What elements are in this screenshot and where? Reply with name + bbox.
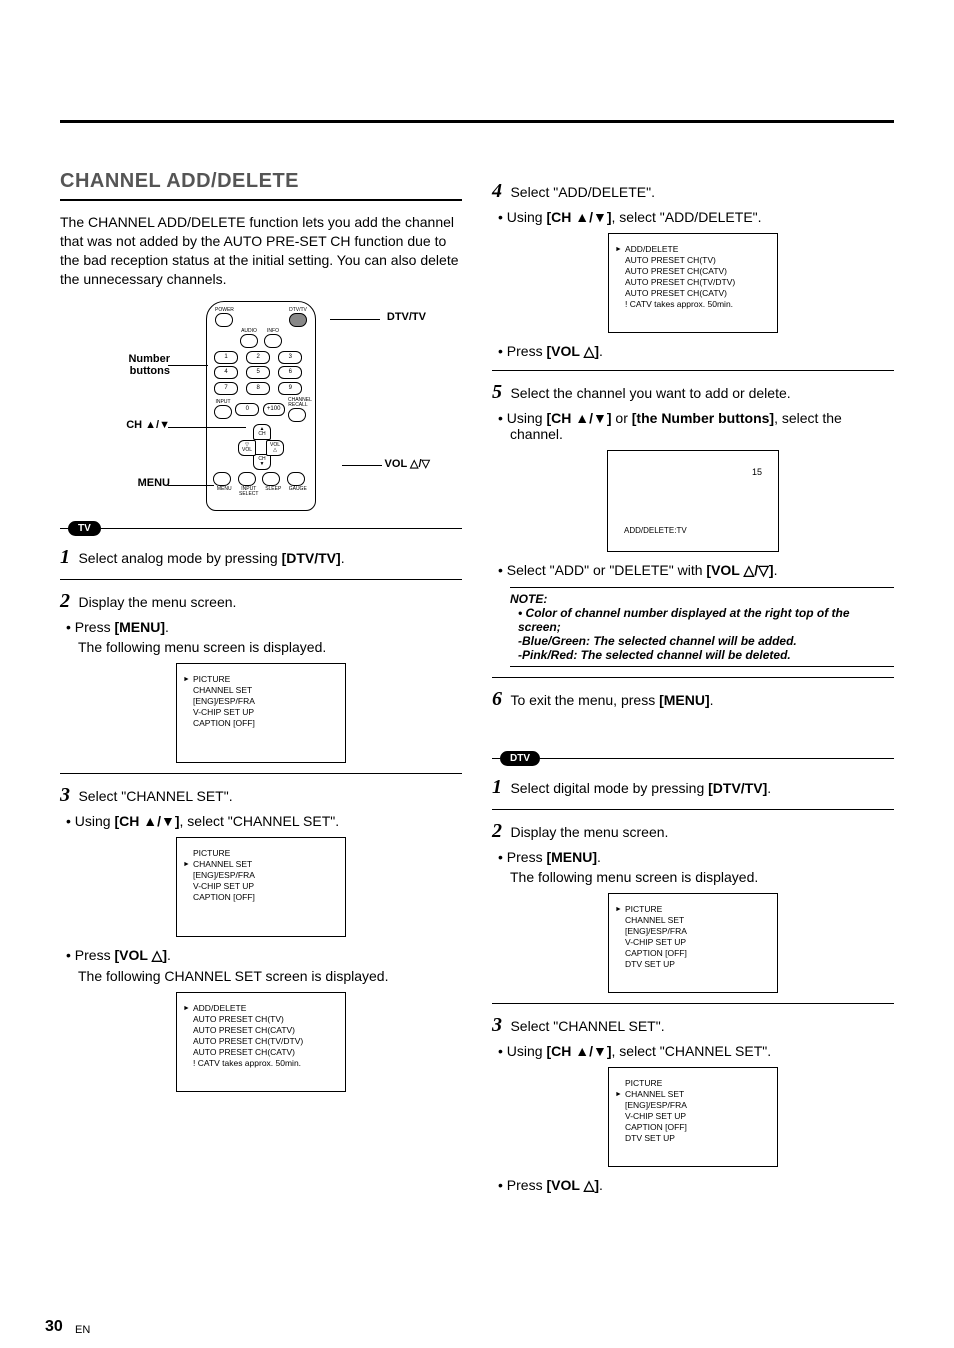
info-button-icon xyxy=(264,334,282,348)
dtv-step-2: 2 Display the menu screen. xyxy=(492,820,894,843)
callout-dtvtv: DTV/TV xyxy=(387,311,426,323)
callout-vol: VOL △/▽ xyxy=(385,457,430,470)
step-6: 6 To exit the menu, press [MENU]. xyxy=(492,688,894,711)
callout-menu: MENU xyxy=(116,477,170,489)
dtv-badge-line: DTV xyxy=(492,751,894,766)
intro-text: The CHANNEL ADD/DELETE function lets you… xyxy=(60,213,462,289)
dtv-step-1: 1 Select digital mode by pressing [DTV/T… xyxy=(492,776,894,799)
step-2-bullet: Press [MENU]. xyxy=(78,619,462,635)
menu-button-icon xyxy=(213,472,231,486)
osd-menu-2: PICTURE CHANNEL SET [ENG]/ESP/FRA V-CHIP… xyxy=(176,837,346,937)
dtv-step-3: 3 Select "CHANNEL SET". xyxy=(492,1014,894,1037)
dtv-badge: DTV xyxy=(500,751,540,766)
remote-illustration: DTV/TV Number buttons CH ▲/▼ MENU VOL △/… xyxy=(156,301,366,511)
step-3: 3 Select "CHANNEL SET". xyxy=(60,784,462,807)
osd-channel-set-2: ADD/DELETE AUTO PRESET CH(TV) AUTO PRESE… xyxy=(608,233,778,333)
number-pad-icon: 123 456 789 xyxy=(214,351,308,395)
osd-menu-1: PICTURE CHANNEL SET [ENG]/ESP/FRA V-CHIP… xyxy=(176,663,346,763)
page-lang: EN xyxy=(75,1324,90,1336)
remote-body: POWER DTV/TV AUDIO xyxy=(206,301,316,511)
power-button-icon xyxy=(215,313,233,327)
title-rule xyxy=(60,199,462,201)
tv-badge-line: TV xyxy=(60,521,462,536)
input-button-icon xyxy=(214,405,232,419)
ch-recall-button-icon xyxy=(288,408,306,422)
page-number: 30 xyxy=(45,1318,63,1336)
left-column: CHANNEL ADD/DELETE The CHANNEL ADD/DELET… xyxy=(60,170,462,1198)
dpad-icon: ▲CH CH▼ ▽VOL VOL△ xyxy=(238,424,284,470)
plus100-button-icon: +100 xyxy=(263,403,285,416)
step-5: 5 Select the channel you want to add or … xyxy=(492,381,894,404)
section-title: CHANNEL ADD/DELETE xyxy=(60,170,462,193)
dtvtv-button-icon xyxy=(289,313,307,327)
tv-badge: TV xyxy=(68,521,101,536)
step-2: 2 Display the menu screen. xyxy=(60,590,462,613)
callout-chud: CH ▲/▼ xyxy=(110,419,170,431)
top-rule xyxy=(60,120,894,123)
step-4: 4 Select "ADD/DELETE". xyxy=(492,180,894,203)
osd-dtv-menu-2: PICTURE CHANNEL SET [ENG]/ESP/FRA V-CHIP… xyxy=(608,1067,778,1167)
osd-dtv-menu-1: PICTURE CHANNEL SET [ENG]/ESP/FRA V-CHIP… xyxy=(608,893,778,993)
audio-button-icon xyxy=(240,334,258,348)
right-column: 4 Select "ADD/DELETE". Using [CH ▲/▼], s… xyxy=(492,170,894,1198)
manual-page: CHANNEL ADD/DELETE The CHANNEL ADD/DELET… xyxy=(0,0,954,1348)
step-1: 1 Select analog mode by pressing [DTV/TV… xyxy=(60,546,462,569)
osd-channel-set-1: ADD/DELETE AUTO PRESET CH(TV) AUTO PRESE… xyxy=(176,992,346,1092)
note-box: NOTE: • Color of channel number displaye… xyxy=(510,587,894,667)
osd-channel-display: 15 ADD/DELETE:TV xyxy=(607,450,779,552)
callout-number: Number buttons xyxy=(110,353,170,377)
